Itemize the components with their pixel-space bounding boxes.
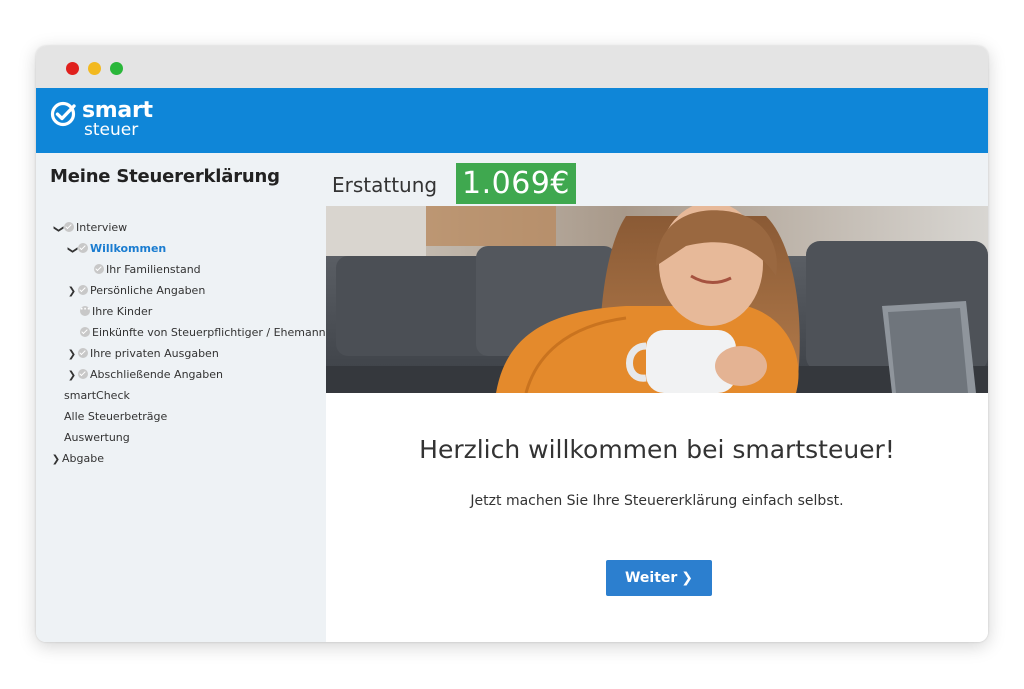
nav-item-label: Abschließende Angaben — [90, 368, 223, 381]
check-icon — [78, 285, 88, 295]
sidebar: Meine Steuererklärung ❯ Interview ❯ Willko… — [36, 153, 326, 642]
nav-item-smartcheck[interactable]: smartCheck — [64, 387, 130, 405]
weiter-button[interactable]: Weiter ❯ — [606, 560, 712, 596]
nav-item-abschliessende-angaben[interactable]: ❯ Abschließende Angaben — [66, 366, 223, 384]
close-window-button[interactable] — [66, 62, 79, 75]
nav-item-label: Ihr Familienstand — [106, 263, 201, 276]
check-icon — [94, 264, 104, 274]
nav-item-persoenliche-angaben[interactable]: ❯ Persönliche Angaben — [66, 282, 206, 301]
nav-item-familienstand[interactable]: Ihr Familienstand — [94, 261, 201, 279]
refund-bar: Erstattung 1.069€ — [326, 153, 988, 206]
check-icon — [78, 369, 88, 379]
nav-item-label: Persönliche Angaben — [90, 284, 206, 297]
hero-photo-woman-with-mug — [326, 206, 988, 393]
chevron-right-icon[interactable]: ❯ — [66, 367, 78, 385]
check-icon — [64, 222, 74, 232]
main-content: Erstattung 1.069€ Herzlich willkommen be… — [326, 153, 988, 642]
nav-item-label: Ihre privaten Ausgaben — [90, 347, 219, 360]
nav-item-label: Abgabe — [62, 452, 104, 465]
nav-item-interview[interactable]: ❯ Interview — [52, 219, 127, 237]
refund-amount-badge: 1.069€ — [456, 163, 576, 204]
nav-item-willkommen[interactable]: ❯ Willkommen — [66, 240, 166, 258]
nav-item-label: Interview — [76, 221, 128, 234]
minimize-window-button[interactable] — [88, 62, 101, 75]
window-titlebar — [36, 46, 988, 88]
chevron-right-icon: ❯ — [681, 570, 694, 586]
weiter-button-label: Weiter — [624, 570, 678, 586]
check-icon — [78, 348, 88, 358]
hero-image — [326, 206, 988, 393]
nav-item-label: smartCheck — [64, 389, 130, 402]
nav-item-steuerbetraege[interactable]: Alle Steuerbeträge — [64, 408, 167, 426]
check-icon — [78, 243, 88, 253]
pending-dots-icon — [80, 301, 90, 319]
maximize-window-button[interactable] — [110, 62, 123, 75]
refund-label: Erstattung — [332, 173, 438, 197]
chevron-right-icon[interactable]: ❯ — [66, 346, 78, 364]
logo-word-steuer: steuer — [84, 120, 139, 140]
chevron-right-icon[interactable]: ❯ — [50, 451, 62, 469]
nav-item-abgabe[interactable]: ❯ Abgabe — [50, 450, 104, 468]
browser-window: smart steuer Meine Steuererklärung ❯ Inte… — [36, 46, 988, 642]
nav-item-label: Ihre Kinder — [92, 305, 153, 318]
logo-check-icon — [50, 101, 76, 127]
nav-item-einkuenfte[interactable]: Einkünfte von Steuerpflichtiger / Eheman… — [80, 324, 326, 342]
welcome-subtitle: Jetzt machen Sie Ihre Steuererklärung ei… — [470, 493, 844, 509]
nav-item-ihre-kinder[interactable]: Ihre Kinder — [80, 301, 153, 321]
check-icon — [80, 327, 90, 337]
smartsteuer-logo[interactable]: smart steuer — [50, 98, 200, 144]
welcome-heading: Herzlich willkommen bei smartsteuer! — [419, 435, 895, 464]
sidebar-title: Meine Steuererklärung — [50, 166, 280, 187]
app-header: smart steuer — [36, 88, 988, 153]
nav-item-label: Willkommen — [90, 242, 167, 255]
nav-item-label: Einkünfte von Steuerpflichtiger / Eheman… — [92, 326, 326, 339]
nav-item-label: Alle Steuerbeträge — [64, 410, 168, 423]
chevron-right-icon[interactable]: ❯ — [66, 283, 78, 301]
nav-item-label: Auswertung — [64, 431, 130, 444]
nav-item-private-ausgaben[interactable]: ❯ Ihre privaten Ausgaben — [66, 345, 219, 363]
nav-item-auswertung[interactable]: Auswertung — [64, 429, 130, 447]
